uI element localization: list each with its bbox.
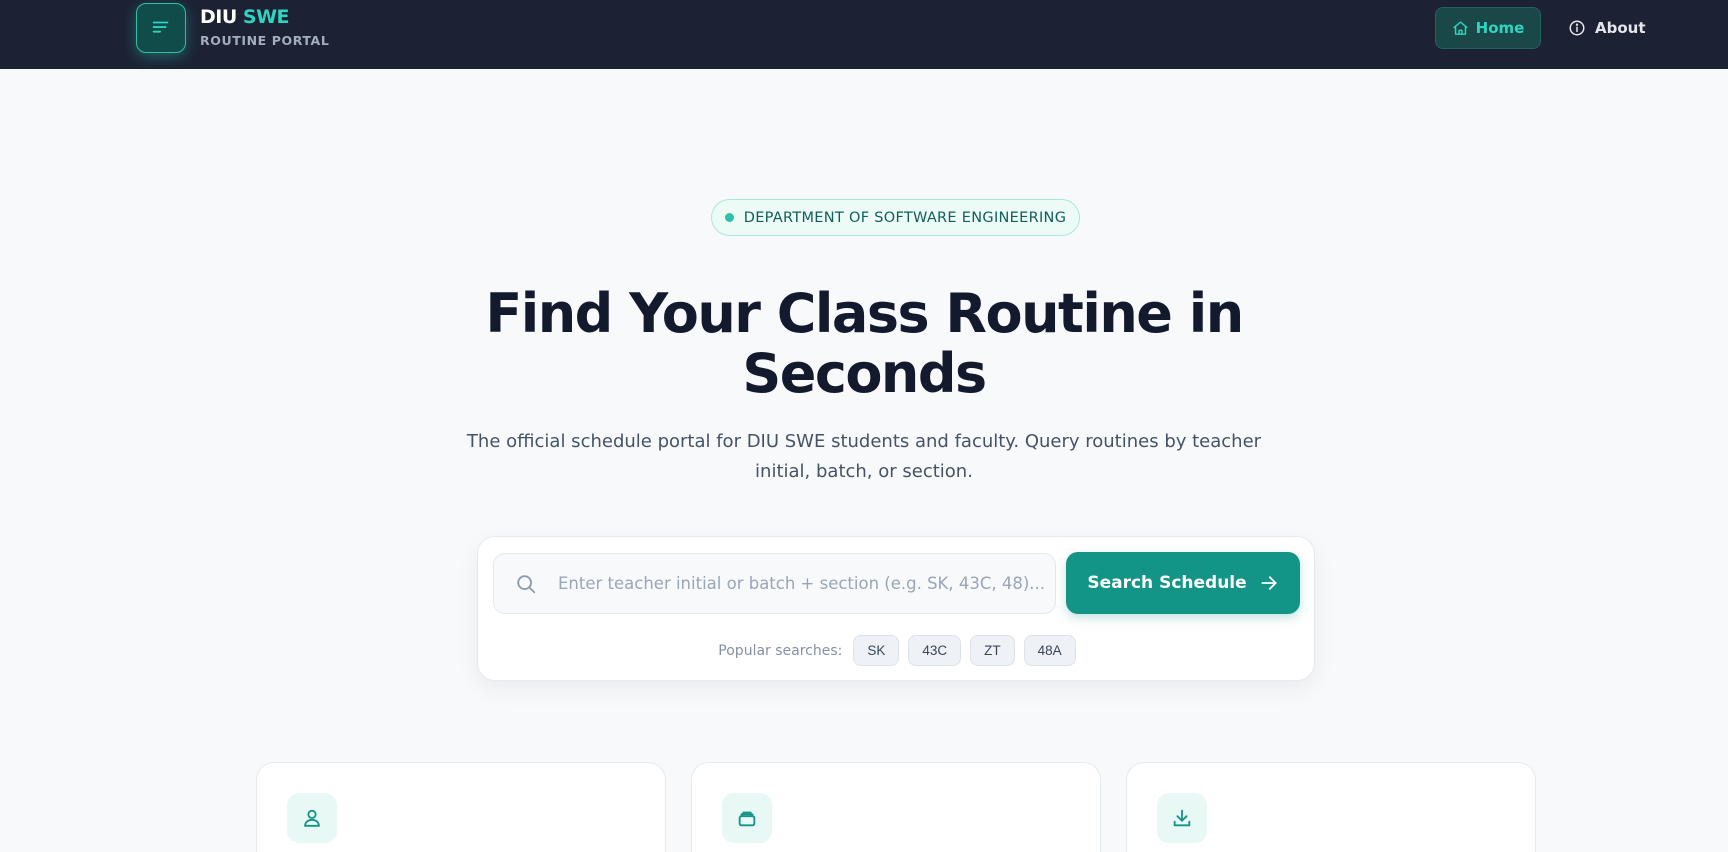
hero-description: The official schedule portal for DIU SWE… bbox=[466, 431, 1262, 482]
popular-searches-label: Popular searches: bbox=[718, 642, 843, 659]
search-input[interactable] bbox=[558, 574, 1055, 593]
arrow-right-icon bbox=[1261, 576, 1277, 590]
nav-about-label: About bbox=[1595, 19, 1646, 37]
badge-label: DEPARTMENT OF SOFTWARE ENGINEERING bbox=[743, 209, 1067, 226]
menu-lines-icon bbox=[152, 21, 169, 33]
feature-card-teacher bbox=[256, 762, 666, 852]
search-button-label: Search Schedule bbox=[1087, 573, 1247, 593]
page-title-line1: Find Your Class Routine in bbox=[485, 282, 1244, 345]
brand-title: DIU SWE bbox=[200, 6, 329, 28]
nav-about-link[interactable]: About bbox=[1568, 7, 1646, 49]
brand-title-main: DIU bbox=[200, 6, 237, 28]
brand-title-accent: SWE bbox=[242, 6, 290, 28]
brand[interactable]: DIU SWE ROUTINE PORTAL bbox=[200, 6, 329, 48]
popular-searches: Popular searches: SK 43C ZT 48A bbox=[478, 635, 1316, 666]
popular-chip[interactable]: SK bbox=[853, 635, 900, 666]
layers-icon bbox=[722, 793, 772, 843]
user-icon bbox=[287, 793, 337, 843]
department-badge: DEPARTMENT OF SOFTWARE ENGINEERING bbox=[711, 199, 1080, 236]
feature-card-batch bbox=[691, 762, 1101, 852]
nav-home-label: Home bbox=[1475, 19, 1525, 37]
feature-card-download bbox=[1126, 762, 1536, 852]
popular-chip[interactable]: 48A bbox=[1023, 635, 1076, 666]
search-box[interactable] bbox=[493, 553, 1056, 614]
top-navbar: DIU SWE ROUTINE PORTAL Home About bbox=[0, 0, 1728, 69]
page-title-line2: Seconds bbox=[742, 342, 987, 405]
badge-dot bbox=[724, 213, 734, 222]
brand-subtitle: ROUTINE PORTAL bbox=[200, 33, 330, 48]
page-title: Find Your Class Routine in Seconds bbox=[364, 284, 1364, 404]
search-schedule-button[interactable]: Search Schedule bbox=[1066, 552, 1300, 614]
search-card: Search Schedule Popular searches: SK 43C… bbox=[477, 536, 1315, 681]
home-icon bbox=[1453, 20, 1468, 35]
menu-logo-button[interactable] bbox=[136, 3, 186, 53]
nav-home-link[interactable]: Home bbox=[1435, 7, 1541, 49]
popular-chip[interactable]: ZT bbox=[970, 635, 1015, 666]
search-icon bbox=[494, 573, 558, 595]
info-icon bbox=[1569, 20, 1585, 36]
popular-chip[interactable]: 43C bbox=[908, 635, 962, 666]
download-icon bbox=[1157, 793, 1207, 843]
